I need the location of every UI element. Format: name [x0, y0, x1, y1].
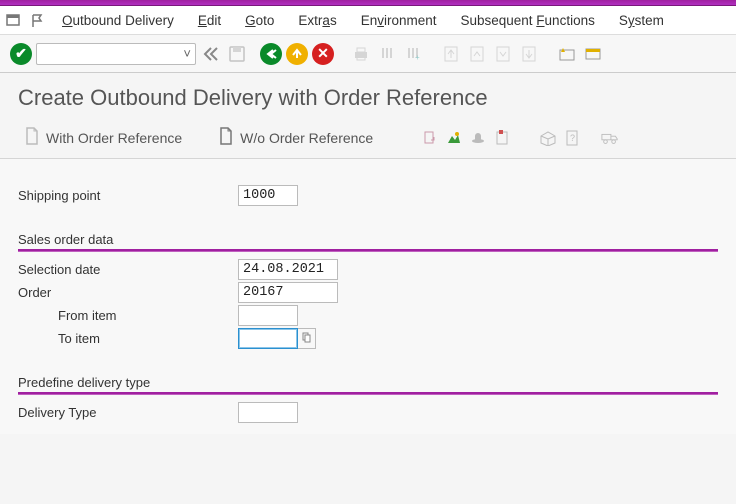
label-order: Order — [18, 285, 238, 300]
group-predefine-delivery-type: Predefine delivery type — [18, 375, 718, 392]
input-order[interactable] — [238, 282, 338, 303]
menu-bar: OOutbound Deliveryutbound Delivery Edit … — [0, 6, 736, 35]
flag-icon[interactable] — [28, 13, 48, 29]
row-delivery-type: Delivery Type — [18, 401, 718, 423]
ok-code-field[interactable]: ˅ — [36, 43, 196, 65]
exit-button[interactable] — [286, 43, 308, 65]
system-toolbar: ✔ ˅ ✕ + — [0, 35, 736, 73]
row-selection-date: Selection date — [18, 258, 718, 280]
title-area: Create Outbound Delivery with Order Refe… — [0, 73, 736, 121]
row-from-item: From item — [18, 304, 718, 326]
f4-help-button[interactable] — [298, 328, 316, 349]
page-title: Create Outbound Delivery with Order Refe… — [18, 85, 718, 111]
page-down-icon — [492, 43, 514, 65]
group-rule — [18, 392, 718, 395]
application-toolbar: With Order Reference W/o Order Reference… — [0, 121, 736, 159]
without-order-ref-label: W/o Order Reference — [240, 130, 373, 146]
input-selection-date[interactable] — [238, 259, 338, 280]
cancel-button[interactable]: ✕ — [312, 43, 334, 65]
document-icon — [218, 127, 234, 148]
group-sales-order-data: Sales order data — [18, 232, 718, 249]
document-icon — [24, 127, 40, 148]
menu-system[interactable]: System — [609, 10, 674, 31]
back-button[interactable] — [260, 43, 282, 65]
label-shipping-point: Shipping point — [18, 188, 238, 203]
row-order: Order — [18, 281, 718, 303]
row-to-item: To item — [18, 327, 718, 349]
back-double-icon[interactable] — [200, 43, 222, 65]
menu-environment[interactable]: Environment — [351, 10, 447, 31]
doc-alert-icon[interactable] — [493, 129, 511, 147]
label-from-item: From item — [18, 308, 238, 323]
truck-icon[interactable] — [601, 129, 619, 147]
with-order-ref-button[interactable]: With Order Reference — [18, 123, 188, 152]
input-from-item[interactable] — [238, 305, 298, 326]
group-rule — [18, 249, 718, 252]
find-next-icon: + — [402, 43, 424, 65]
content-area: Shipping point Sales order data Selectio… — [0, 159, 736, 434]
menu-goto[interactable]: Goto — [235, 10, 284, 31]
page-up-icon — [466, 43, 488, 65]
input-to-item[interactable] — [238, 328, 298, 349]
menu-outbound-delivery[interactable]: OOutbound Deliveryutbound Delivery — [52, 10, 184, 31]
svg-text:+: + — [415, 53, 420, 62]
clipboard-arrow-icon[interactable] — [421, 129, 439, 147]
page-last-icon — [518, 43, 540, 65]
hat-icon[interactable] — [469, 129, 487, 147]
layout-icon[interactable] — [582, 43, 604, 65]
with-order-ref-label: With Order Reference — [46, 130, 182, 146]
enter-button[interactable]: ✔ — [10, 43, 32, 65]
print-icon — [350, 43, 372, 65]
menu-extras[interactable]: Extras — [288, 10, 346, 31]
menu-edit[interactable]: Edit — [188, 10, 231, 31]
package-icon[interactable] — [539, 129, 557, 147]
help-doc-icon[interactable]: ? — [563, 129, 581, 147]
favorite-icon[interactable] — [556, 43, 578, 65]
input-delivery-type[interactable] — [238, 402, 298, 423]
find-icon — [376, 43, 398, 65]
svg-text:?: ? — [570, 133, 575, 143]
picture-icon[interactable] — [445, 129, 463, 147]
without-order-ref-button[interactable]: W/o Order Reference — [212, 123, 379, 152]
window-menu-icon[interactable] — [4, 13, 24, 29]
page-first-icon — [440, 43, 462, 65]
row-shipping-point: Shipping point — [18, 184, 718, 206]
label-delivery-type: Delivery Type — [18, 405, 238, 420]
save-icon[interactable] — [226, 43, 248, 65]
input-shipping-point[interactable] — [238, 185, 298, 206]
menu-subsequent-functions[interactable]: Subsequent Functions — [450, 10, 604, 31]
label-to-item: To item — [18, 331, 238, 346]
label-selection-date: Selection date — [18, 262, 238, 277]
